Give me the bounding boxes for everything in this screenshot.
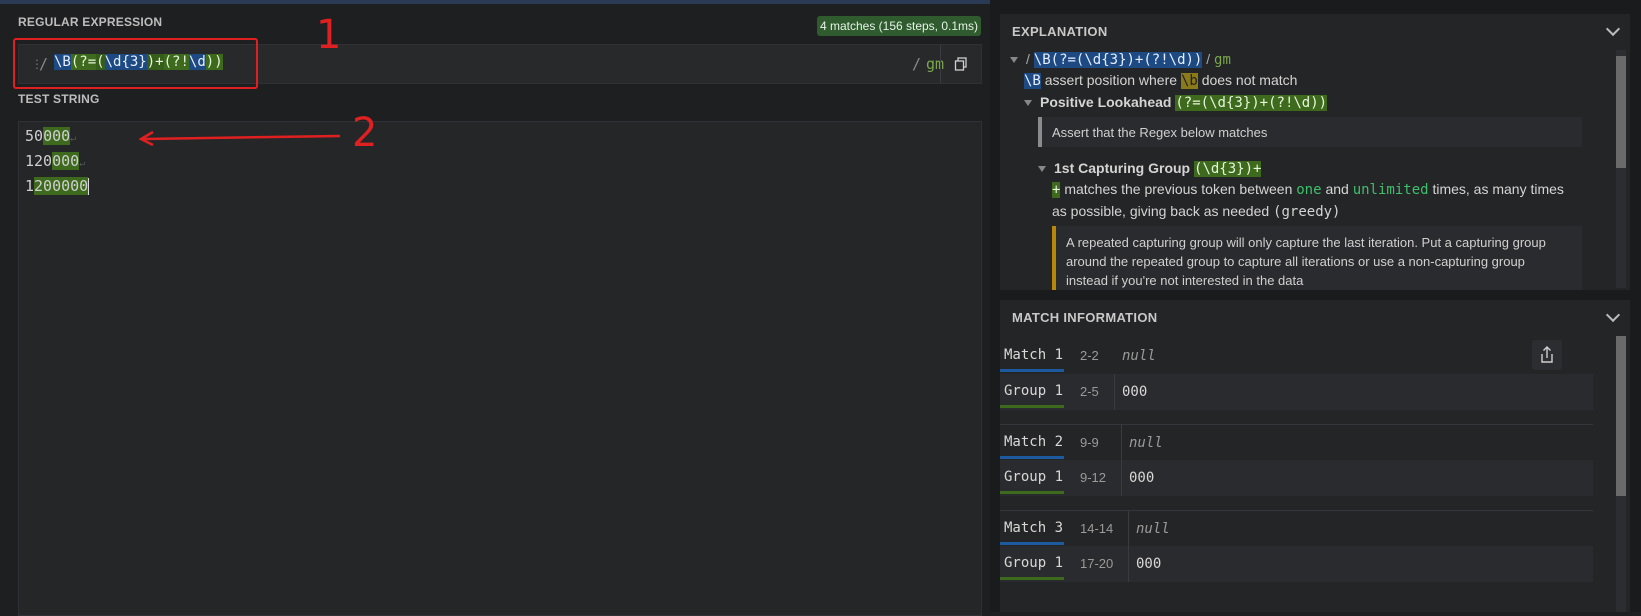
explanation-title: EXPLANATION (1012, 24, 1108, 39)
match-scrollbar[interactable] (1616, 336, 1626, 612)
group-row[interactable]: Group 1 2-5 000 (1000, 374, 1593, 410)
explanation-root: / \B(?=(\d{3})+(?!\d)) / gm (1010, 51, 1231, 68)
explanation-scroll-thumb (1616, 56, 1626, 168)
match-row[interactable]: Match 3 14-14 null (1000, 510, 1593, 547)
explanation-scrollbar[interactable] (1616, 50, 1626, 288)
explanation-b-line: \B assert position where \b does not mat… (1024, 72, 1298, 89)
copy-button[interactable] (940, 45, 981, 83)
explanation-group: 1st Capturing Group (\d{3})+ (1038, 160, 1262, 177)
explanation-panel: EXPLANATION / \B(?=(\d{3})+(?!\d)) / gm … (1000, 14, 1630, 290)
collapse-match-info-icon[interactable] (1605, 307, 1621, 323)
text-caret (88, 178, 90, 195)
explanation-plus-2: as possible, giving back as needed (gree… (1052, 203, 1341, 220)
match-row[interactable]: Match 1 2-2 null (1000, 338, 1593, 374)
expand-icon (1010, 57, 1018, 64)
annotation-label-2: 2 (352, 110, 378, 156)
match-scroll-thumb (1616, 336, 1626, 496)
test-line-1: 50000↵ (25, 127, 77, 145)
match-count-badge: 4 matches (156 steps, 0.1ms) (817, 16, 981, 36)
expand-icon (1038, 166, 1046, 173)
collapse-explanation-icon[interactable] (1605, 21, 1621, 37)
repeated-group-warning: A repeated capturing group will only cap… (1052, 226, 1582, 290)
group-row[interactable]: Group 1 9-12 000 (1000, 460, 1593, 496)
annotation-label-1: 1 (316, 12, 342, 58)
annotation-box-1 (13, 38, 258, 89)
test-line-2: 120000↵ (25, 152, 86, 170)
test-string-title: TEST STRING (18, 92, 100, 106)
match-row[interactable]: Match 2 9-9 null (1000, 424, 1593, 461)
sidebar-pane: EXPLANATION / \B(?=(\d{3})+(?!\d)) / gm … (990, 0, 1641, 612)
test-line-3: 1200000 (25, 177, 90, 195)
match-info-title: MATCH INFORMATION (1012, 310, 1158, 325)
annotation-arrow (138, 130, 341, 147)
expand-icon (1024, 100, 1032, 107)
explanation-plus: + matches the previous token between one… (1052, 181, 1564, 198)
test-string-editor[interactable]: 50000↵ 120000↵ 1200000 (18, 121, 982, 616)
editor-pane: REGULAR EXPRESSION 4 matches (156 steps,… (0, 4, 985, 616)
regex-section-title: REGULAR EXPRESSION (18, 15, 163, 29)
group-row[interactable]: Group 1 17-20 000 (1000, 546, 1593, 582)
explanation-lookahead: Positive Lookahead (?=(\d{3})+(?!\d)) (1024, 94, 1328, 111)
copy-icon (954, 57, 967, 71)
lookahead-note: Assert that the Regex below matches (1038, 117, 1582, 147)
close-delimiter: / (912, 55, 922, 73)
